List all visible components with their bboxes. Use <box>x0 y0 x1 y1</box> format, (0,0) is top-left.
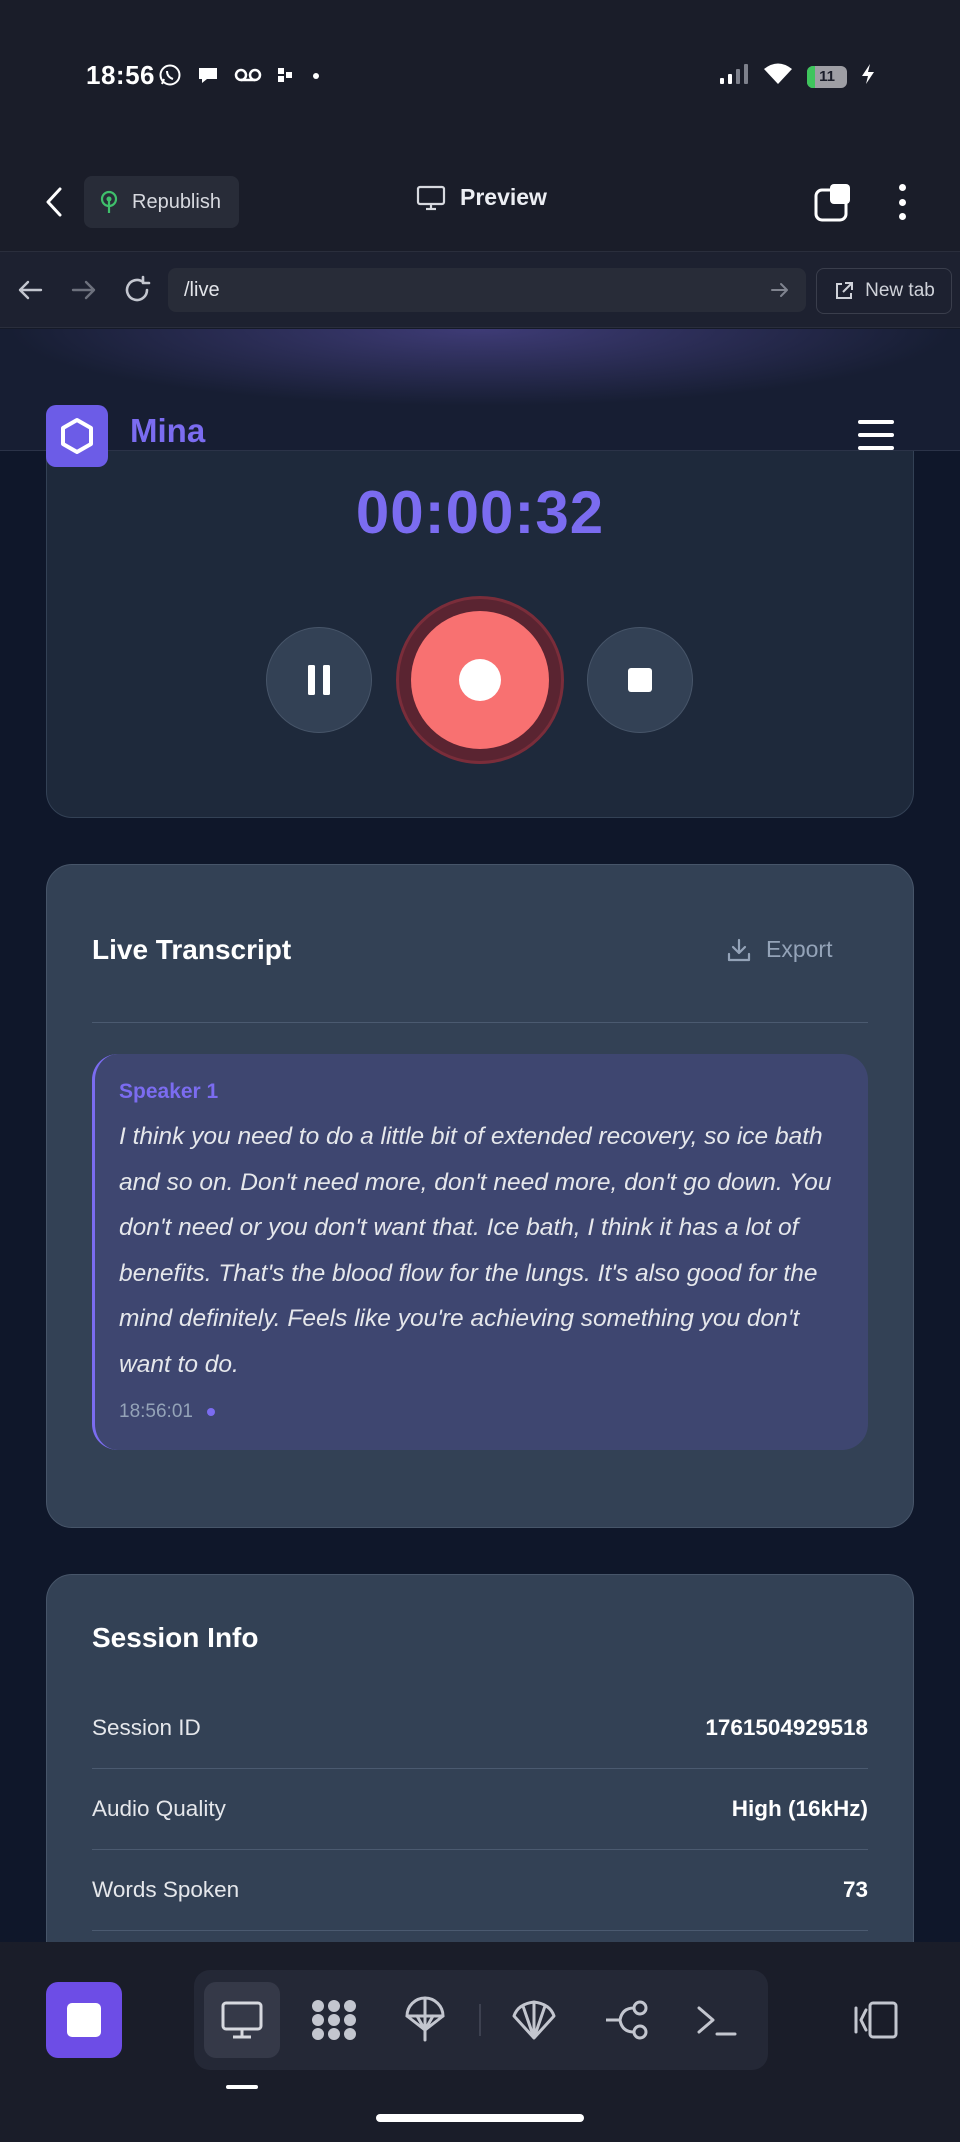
recording-timer: 00:00:32 <box>355 479 605 546</box>
new-tab-button[interactable]: New tab <box>816 268 952 314</box>
back-button[interactable] <box>36 180 72 224</box>
terminal-tool-button[interactable] <box>679 1982 755 2058</box>
speaker-label: Speaker 1 <box>119 1080 219 1103</box>
battery-icon: 11 <box>807 65 847 88</box>
arrow-left-icon <box>18 280 43 300</box>
hexagon-logo-icon <box>61 418 93 454</box>
blob-grid-tool-button[interactable] <box>296 1982 372 2058</box>
record-dot-icon <box>459 659 501 701</box>
arrow-right-icon <box>71 280 96 300</box>
site-brand[interactable]: Mina <box>130 412 205 450</box>
shell-icon <box>512 2000 556 2040</box>
pause-button[interactable] <box>266 627 372 733</box>
info-value: High (16kHz) <box>731 1796 868 1821</box>
grid-blob-icon <box>312 2000 356 2040</box>
chat-bubble-icon <box>196 63 220 92</box>
stop-button[interactable] <box>587 627 693 733</box>
chevron-left-icon <box>46 187 62 217</box>
stop-session-button[interactable] <box>46 1982 122 2058</box>
stop-icon <box>628 668 652 692</box>
transcript-timestamp: 18:56:01 <box>119 1401 846 1423</box>
session-row-audio-quality: Audio Quality High (16kHz) <box>92 1769 868 1850</box>
charging-icon <box>861 63 875 90</box>
site-header-divider <box>0 450 960 451</box>
status-icons-right: 11 <box>719 62 875 91</box>
more-options-button[interactable] <box>890 180 914 224</box>
info-value: 1761504929518 <box>705 1715 868 1740</box>
transcript-text: I think you need to do a little bit of e… <box>119 1123 832 1378</box>
download-icon <box>727 938 751 961</box>
home-indicator[interactable] <box>376 2114 584 2122</box>
transcript-entry: Speaker 1 I think you need to do a littl… <box>92 1054 868 1450</box>
record-button[interactable] <box>411 611 549 749</box>
go-arrow-icon[interactable] <box>770 281 790 299</box>
info-value: 73 <box>842 1877 868 1902</box>
parachute-icon <box>405 1996 445 2042</box>
timestamp-text: 18:56:01 <box>119 1401 193 1422</box>
side-panel-icon <box>854 2001 898 2039</box>
external-link-icon <box>836 282 854 299</box>
info-label: Audio Quality <box>92 1796 226 1821</box>
preview-button[interactable]: Preview <box>416 184 547 211</box>
reload-button[interactable] <box>117 270 157 310</box>
shell-tool-button[interactable] <box>496 1982 572 2058</box>
browser-back-button[interactable] <box>10 270 50 310</box>
grid-dots-icon <box>276 65 296 90</box>
active-tool-indicator <box>226 2085 258 2089</box>
broadcast-tree-icon <box>100 190 118 213</box>
desktop-icon <box>221 2001 263 2039</box>
dot-icon <box>310 69 322 87</box>
preview-label: Preview <box>460 184 547 210</box>
tabs-icon <box>814 184 850 222</box>
url-input[interactable] <box>184 278 744 302</box>
export-label: Export <box>766 936 833 962</box>
voicemail-icon <box>234 63 262 92</box>
republish-label: Republish <box>132 190 221 213</box>
side-panel-toggle-button[interactable] <box>838 1982 914 2058</box>
branch-tool-button[interactable] <box>588 1982 664 2058</box>
tabs-switcher-button[interactable] <box>814 182 854 222</box>
transcript-divider <box>92 1022 868 1023</box>
reload-icon <box>125 275 151 302</box>
session-info-title: Session Info <box>92 1622 259 1653</box>
status-icons-left <box>158 63 322 92</box>
pause-icon <box>308 665 330 695</box>
site-menu-button[interactable] <box>858 420 894 450</box>
site-logo[interactable] <box>46 405 108 467</box>
deploy-tool-button[interactable] <box>387 1982 463 2058</box>
new-tab-label: New tab <box>865 280 935 301</box>
tool-separator <box>479 2004 481 2036</box>
record-button-ring <box>396 596 564 764</box>
transcript-title: Live Transcript <box>92 934 292 965</box>
wifi-icon <box>763 62 793 91</box>
monitor-icon <box>416 185 446 210</box>
info-label: Words Spoken <box>92 1877 240 1902</box>
desktop-tool-button[interactable] <box>204 1982 280 2058</box>
url-bar[interactable] <box>168 268 806 312</box>
session-row-id: Session ID 1761504929518 <box>92 1688 868 1769</box>
browser-forward-button[interactable] <box>64 270 104 310</box>
republish-button[interactable]: Republish <box>84 176 239 228</box>
live-dot-icon <box>206 1408 215 1416</box>
terminal-icon <box>697 2006 737 2036</box>
branch-icon <box>606 2000 648 2040</box>
status-time: 18:56 <box>86 60 155 90</box>
stop-square-icon <box>67 2003 101 2037</box>
export-button[interactable]: Export <box>726 936 832 963</box>
signal-icon <box>719 63 749 90</box>
session-row-words-spoken: Words Spoken 73 <box>92 1850 868 1931</box>
whatsapp-icon <box>158 63 182 92</box>
info-label: Session ID <box>92 1715 201 1740</box>
